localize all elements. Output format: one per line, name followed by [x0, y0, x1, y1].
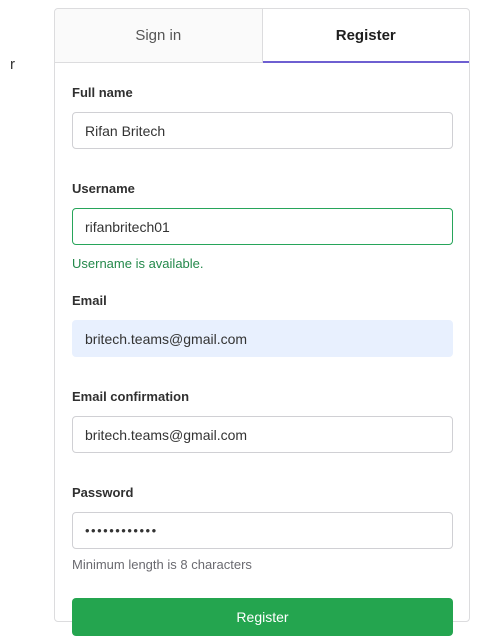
password-label: Password [72, 485, 134, 500]
username-label: Username [72, 181, 135, 196]
auth-card: Sign in Register Full name Rifan Britech… [54, 8, 470, 636]
full-name-input[interactable]: Rifan Britech [72, 112, 453, 149]
tab-register[interactable]: Register [262, 9, 469, 63]
username-input[interactable]: rifanbritech01 [72, 208, 453, 245]
email-confirmation-input[interactable]: britech.teams@gmail.com [72, 416, 453, 453]
tab-sign-in[interactable]: Sign in [55, 9, 263, 62]
email-confirmation-label: Email confirmation [72, 389, 190, 404]
register-form: Full name Rifan Britech Username rifanbr… [55, 63, 469, 636]
email-input[interactable]: britech.teams@gmail.com [72, 320, 453, 357]
email-label: Email [72, 293, 107, 308]
full-name-label: Full name [72, 85, 133, 100]
password-hint: Minimum length is 8 characters [72, 557, 252, 572]
password-input[interactable]: •••••••••••• [72, 512, 453, 549]
register-button[interactable]: Register [72, 598, 453, 636]
stray-text: r [10, 56, 15, 73]
auth-tabs: Sign in Register [55, 9, 469, 63]
username-status-message: Username is available. [72, 256, 204, 271]
